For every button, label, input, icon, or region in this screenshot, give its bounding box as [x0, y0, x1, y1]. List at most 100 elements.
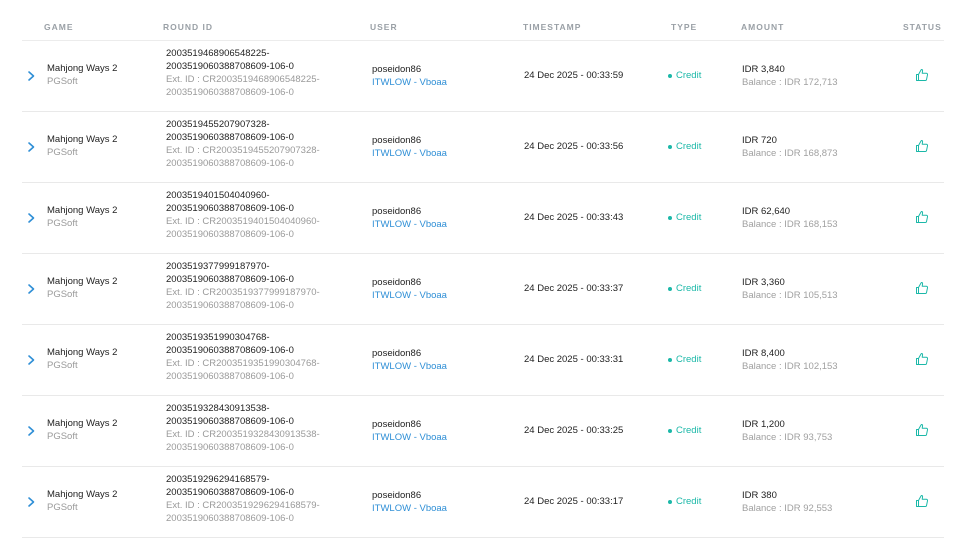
- username: poseidon86: [372, 64, 422, 75]
- user-group-link[interactable]: ITWLOW - Vboaa: [372, 431, 447, 444]
- chevron-right-icon[interactable]: [25, 424, 37, 438]
- round-id-cell: 2003519468906548225- 2003519060388708609…: [166, 47, 320, 99]
- user-cell: poseidon86 ITWLOW - Vboaa: [372, 205, 447, 231]
- game-name: Mahjong Ways 2: [47, 489, 118, 500]
- type-label: Credit: [676, 212, 702, 223]
- balance-value: Balance : IDR 102,153: [742, 361, 838, 372]
- table-row[interactable]: Mahjong Ways 2 PGSoft 200351945520790732…: [22, 112, 944, 183]
- chevron-right-icon[interactable]: [25, 282, 37, 296]
- round-id-line1: 2003519455207907328-: [166, 119, 270, 130]
- thumbs-up-icon[interactable]: [915, 139, 929, 153]
- table-row[interactable]: Mahjong Ways 2 PGSoft 200351937799918797…: [22, 254, 944, 325]
- user-group-link[interactable]: ITWLOW - Vboaa: [372, 502, 447, 515]
- chevron-right-icon[interactable]: [25, 140, 37, 154]
- game-cell: Mahjong Ways 2 PGSoft: [47, 417, 117, 443]
- user-group-link[interactable]: ITWLOW - Vboaa: [372, 76, 447, 89]
- column-header-game[interactable]: GAME: [44, 22, 74, 32]
- ext-id-line1: Ext. ID : CR2003519377999187970-: [166, 287, 320, 298]
- amount-value: IDR 8,400: [742, 348, 785, 359]
- game-provider: PGSoft: [47, 76, 78, 87]
- user-group-link[interactable]: ITWLOW - Vboaa: [372, 218, 447, 231]
- chevron-right-icon[interactable]: [25, 495, 37, 509]
- game-cell: Mahjong Ways 2 PGSoft: [47, 133, 117, 159]
- amount-value: IDR 62,640: [742, 206, 791, 217]
- ext-id-line2: 2003519060388708609-106-0: [166, 371, 294, 382]
- thumbs-up-icon[interactable]: [915, 68, 929, 82]
- chevron-right-icon[interactable]: [25, 211, 37, 225]
- timestamp: 24 Dec 2025 - 00:33:59: [524, 70, 624, 81]
- user-group-link[interactable]: ITWLOW - Vboaa: [372, 360, 447, 373]
- thumbs-up-icon[interactable]: [915, 423, 929, 437]
- username: poseidon86: [372, 419, 422, 430]
- round-id-line2: 2003519060388708609-106-0: [166, 416, 294, 427]
- game-name: Mahjong Ways 2: [47, 276, 118, 287]
- user-group-link[interactable]: ITWLOW - Vboaa: [372, 147, 447, 160]
- amount-cell: IDR 3,360 Balance : IDR 105,513: [742, 276, 838, 302]
- game-provider: PGSoft: [47, 431, 78, 442]
- type-dot: [668, 357, 672, 362]
- game-provider: PGSoft: [47, 502, 78, 513]
- column-header-user[interactable]: USER: [370, 22, 398, 32]
- table-row[interactable]: Mahjong Ways 2 PGSoft 200351929629416857…: [22, 467, 944, 538]
- user-cell: poseidon86 ITWLOW - Vboaa: [372, 63, 447, 89]
- round-id-line1: 2003519468906548225-: [166, 48, 270, 59]
- round-id-line2: 2003519060388708609-106-0: [166, 132, 294, 143]
- ext-id-line2: 2003519060388708609-106-0: [166, 87, 294, 98]
- amount-value: IDR 3,360: [742, 277, 785, 288]
- round-id-line2: 2003519060388708609-106-0: [166, 61, 294, 72]
- timestamp: 24 Dec 2025 - 00:33:25: [524, 425, 624, 436]
- type-dot: [668, 73, 672, 78]
- table-row[interactable]: Mahjong Ways 2 PGSoft 200351946890654822…: [22, 41, 944, 112]
- type-label: Credit: [676, 354, 702, 365]
- chevron-right-icon[interactable]: [25, 69, 37, 83]
- round-id-line2: 2003519060388708609-106-0: [166, 274, 294, 285]
- type-cell: Credit: [668, 495, 701, 508]
- round-id-cell: 2003519455207907328- 2003519060388708609…: [166, 118, 320, 170]
- user-cell: poseidon86 ITWLOW - Vboaa: [372, 418, 447, 444]
- amount-cell: IDR 62,640 Balance : IDR 168,153: [742, 205, 838, 231]
- username: poseidon86: [372, 135, 422, 146]
- round-id-cell: 2003519377999187970- 2003519060388708609…: [166, 260, 320, 312]
- user-cell: poseidon86 ITWLOW - Vboaa: [372, 134, 447, 160]
- timestamp: 24 Dec 2025 - 00:33:43: [524, 212, 624, 223]
- round-id-cell: 2003519401504040960- 2003519060388708609…: [166, 189, 320, 241]
- thumbs-up-icon[interactable]: [915, 494, 929, 508]
- type-dot: [668, 499, 672, 504]
- balance-value: Balance : IDR 172,713: [742, 77, 838, 88]
- amount-cell: IDR 1,200 Balance : IDR 93,753: [742, 418, 832, 444]
- ext-id-line1: Ext. ID : CR2003519351990304768-: [166, 358, 320, 369]
- username: poseidon86: [372, 277, 422, 288]
- column-header-timestamp[interactable]: TIMESTAMP: [523, 22, 581, 32]
- round-id-line1: 2003519377999187970-: [166, 261, 270, 272]
- column-header-round-id[interactable]: ROUND ID: [163, 22, 213, 32]
- type-cell: Credit: [668, 353, 701, 366]
- round-id-line1: 2003519351990304768-: [166, 332, 270, 343]
- thumbs-up-icon[interactable]: [915, 281, 929, 295]
- round-id-line1: 2003519328430913538-: [166, 403, 270, 414]
- chevron-right-icon[interactable]: [25, 353, 37, 367]
- type-label: Credit: [676, 496, 702, 507]
- type-dot: [668, 215, 672, 220]
- amount-cell: IDR 720 Balance : IDR 168,873: [742, 134, 838, 160]
- amount-cell: IDR 380 Balance : IDR 92,553: [742, 489, 832, 515]
- game-name: Mahjong Ways 2: [47, 63, 118, 74]
- game-provider: PGSoft: [47, 360, 78, 371]
- thumbs-up-icon[interactable]: [915, 352, 929, 366]
- user-cell: poseidon86 ITWLOW - Vboaa: [372, 276, 447, 302]
- table-row[interactable]: Mahjong Ways 2 PGSoft 200351940150404096…: [22, 183, 944, 254]
- balance-value: Balance : IDR 93,753: [742, 432, 833, 443]
- type-label: Credit: [676, 141, 702, 152]
- thumbs-up-icon[interactable]: [915, 210, 929, 224]
- timestamp: 24 Dec 2025 - 00:33:37: [524, 283, 624, 294]
- game-cell: Mahjong Ways 2 PGSoft: [47, 275, 117, 301]
- table-row[interactable]: Mahjong Ways 2 PGSoft 200351935199030476…: [22, 325, 944, 396]
- type-label: Credit: [676, 425, 702, 436]
- game-name: Mahjong Ways 2: [47, 418, 118, 429]
- column-header-status[interactable]: STATUS: [903, 22, 942, 32]
- user-group-link[interactable]: ITWLOW - Vboaa: [372, 289, 447, 302]
- column-header-amount[interactable]: AMOUNT: [741, 22, 784, 32]
- column-header-type[interactable]: TYPE: [671, 22, 697, 32]
- amount-value: IDR 380: [742, 490, 777, 501]
- table-row[interactable]: Mahjong Ways 2 PGSoft 200351932843091353…: [22, 396, 944, 467]
- game-cell: Mahjong Ways 2 PGSoft: [47, 62, 117, 88]
